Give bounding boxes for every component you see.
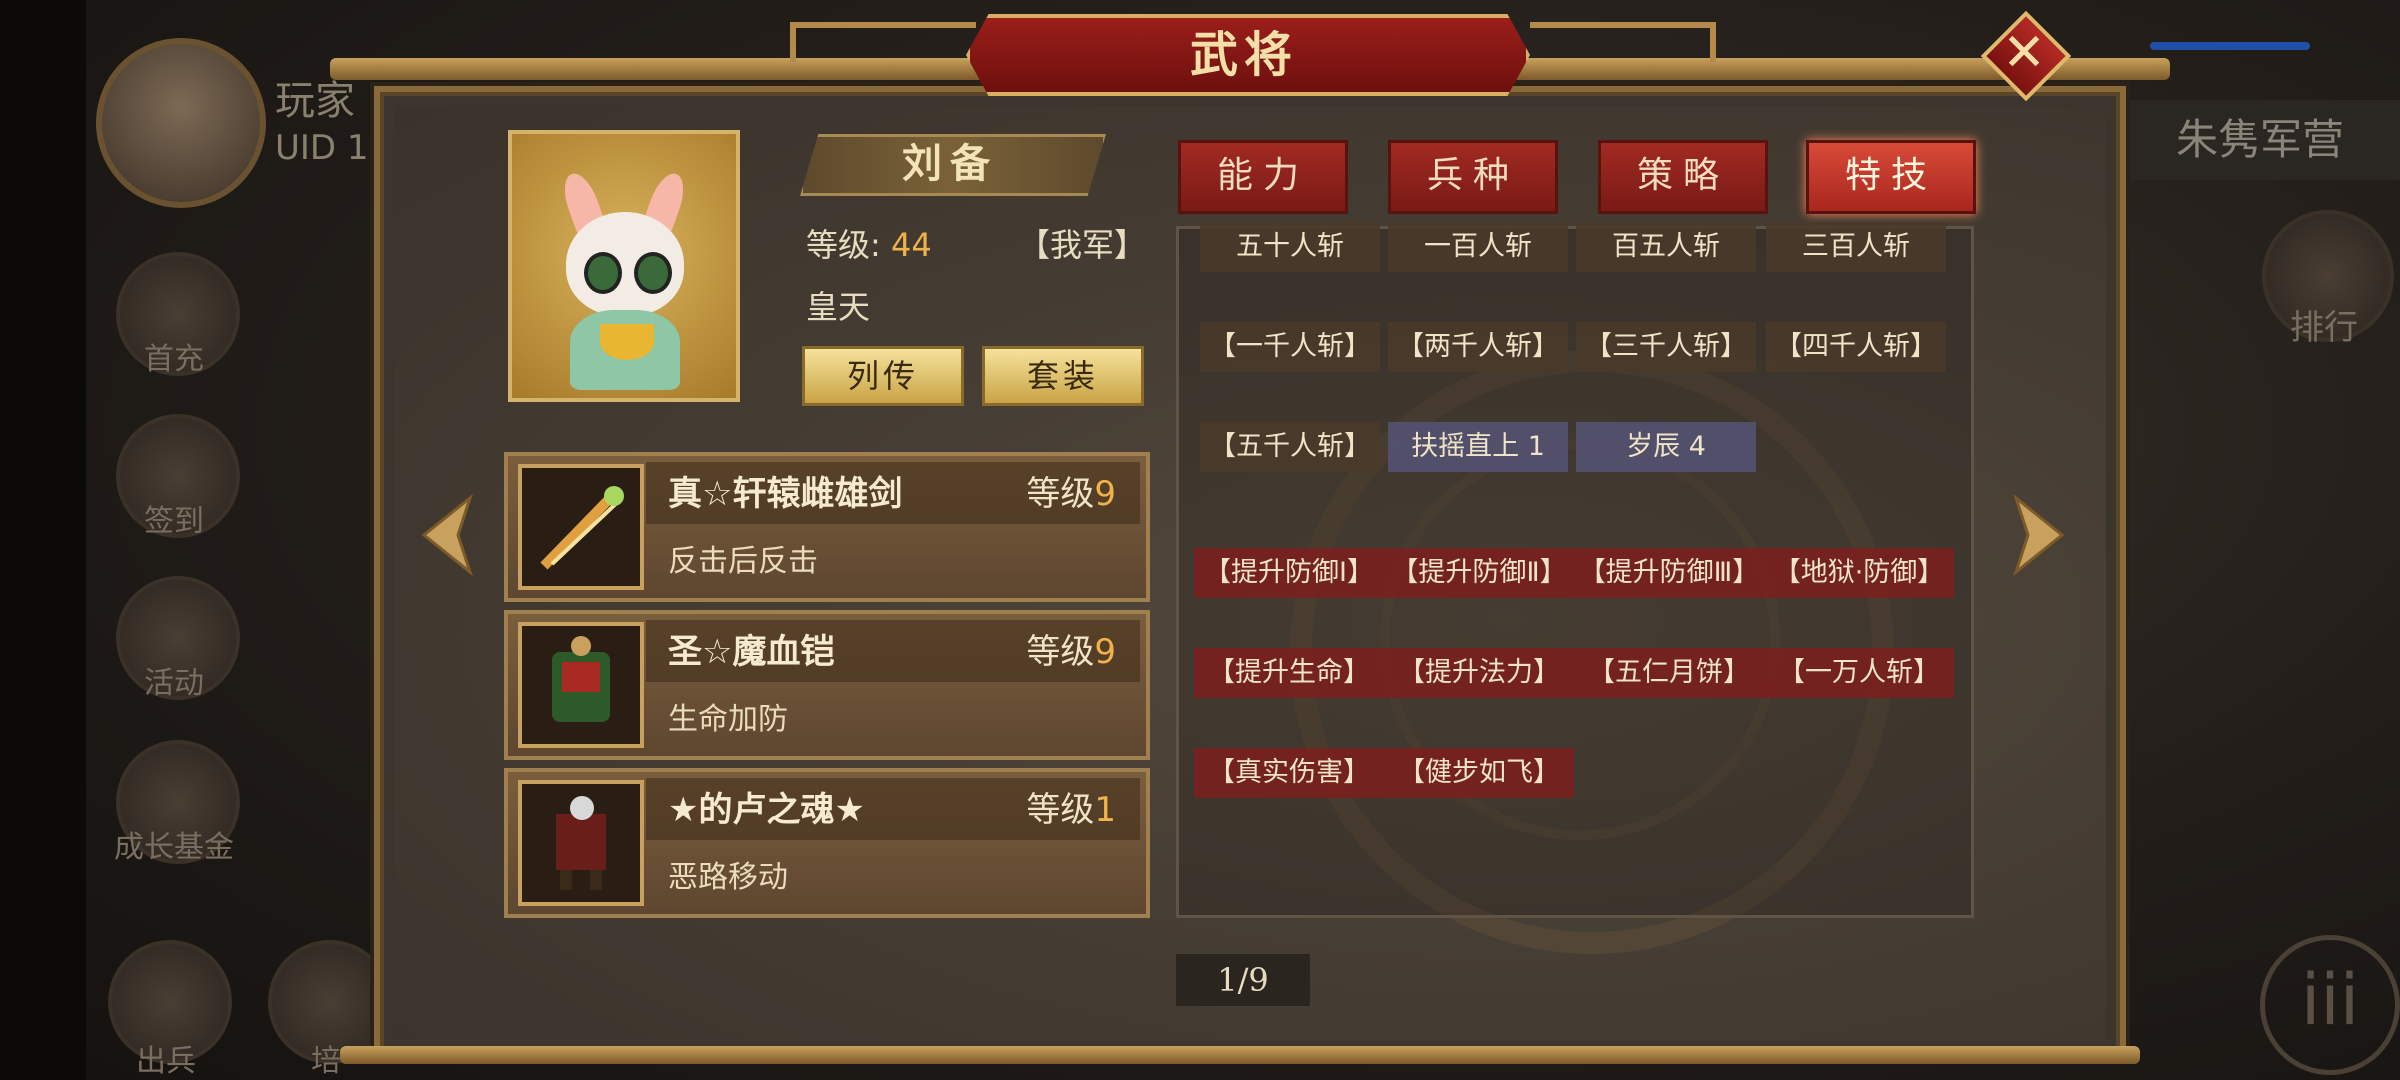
- player-uid: UID 1: [275, 128, 369, 168]
- sign-in-label: 签到: [144, 504, 204, 539]
- next-general-arrow[interactable]: [2006, 490, 2076, 580]
- growth-fund-label: 成长基金: [114, 830, 234, 865]
- chevron-right-icon: [2013, 493, 2065, 577]
- page-indicator: 1/9: [1176, 954, 1310, 1006]
- skill-item[interactable]: 【真实伤害】: [1194, 748, 1384, 798]
- skill-item[interactable]: 【四千人斩】: [1766, 322, 1946, 372]
- skill-item[interactable]: 岁辰 4: [1576, 422, 1756, 472]
- equipment-name: 圣☆魔血铠: [668, 632, 835, 672]
- chevron-left-icon: [421, 493, 473, 577]
- equipment-level-label: 等级: [1026, 632, 1095, 672]
- equipment-mount[interactable]: ★的卢之魂★ 等级1 恶路移动: [504, 768, 1150, 918]
- previous-general-arrow[interactable]: [410, 490, 480, 580]
- skill-item[interactable]: 【健步如飞】: [1384, 748, 1574, 798]
- title-deco-right: [1530, 22, 1716, 62]
- skill-item[interactable]: 百五人斩: [1576, 222, 1756, 272]
- skill-item[interactable]: 【三千人斩】: [1576, 322, 1756, 372]
- frame-bottom-rail: [340, 1046, 2140, 1064]
- hero-faction: 【我军】: [1018, 226, 1147, 264]
- equipment-level-label: 等级: [1026, 790, 1095, 830]
- equipment-level-value: 1: [1094, 790, 1116, 830]
- skill-item[interactable]: 【一万人斩】: [1764, 648, 1954, 698]
- tab-special-skill[interactable]: 特技: [1806, 140, 1976, 214]
- tab-strategy[interactable]: 策略: [1598, 140, 1768, 214]
- biography-button[interactable]: 列传: [802, 346, 964, 406]
- equipment-effect: 生命加防: [668, 702, 788, 737]
- skill-item[interactable]: 一百人斩: [1388, 222, 1568, 272]
- equipment-level-value: 9: [1094, 632, 1116, 672]
- tab-troop-type[interactable]: 兵种: [1388, 140, 1558, 214]
- armor-icon: [518, 622, 644, 748]
- equipment-armor[interactable]: 圣☆魔血铠 等级9 生命加防: [504, 610, 1150, 760]
- skill-item[interactable]: 【提升防御Ⅱ】: [1384, 548, 1574, 598]
- rank-label: 排行: [2290, 308, 2358, 348]
- equipment-level: 等级1: [1026, 782, 1116, 831]
- status-bar-line: [2150, 42, 2310, 50]
- skill-item[interactable]: 【提升法力】: [1384, 648, 1574, 698]
- skill-item[interactable]: 三百人斩: [1766, 222, 1946, 272]
- camp-label: 朱隽军营: [2120, 100, 2400, 180]
- hero-level: 等级: 44: [806, 220, 932, 266]
- tab-ability[interactable]: 能力: [1178, 140, 1348, 214]
- eye-right: [634, 252, 672, 294]
- skill-item[interactable]: 【五千人斩】: [1200, 422, 1380, 472]
- hero-name: 刘备: [902, 141, 998, 187]
- skill-item[interactable]: 【提升防御Ⅲ】: [1574, 548, 1764, 598]
- skill-item[interactable]: 【一千人斩】: [1200, 322, 1380, 372]
- equipment-effect: 反击后反击: [668, 544, 818, 579]
- menu-corner-icon: iii: [2260, 935, 2400, 1075]
- title-deco-left: [790, 22, 976, 62]
- dispatch-label: 出兵: [136, 1044, 196, 1079]
- level-value: 44: [890, 226, 932, 264]
- equipment-level-label: 等级: [1026, 474, 1095, 514]
- skill-item[interactable]: 扶摇直上 1: [1388, 422, 1568, 472]
- skill-item[interactable]: 【提升防御Ⅰ】: [1194, 548, 1384, 598]
- eye-left: [584, 252, 622, 294]
- player-avatar: [96, 38, 266, 208]
- equipment-name: 真☆轩辕雌雄剑: [668, 474, 903, 514]
- equipment-weapon[interactable]: 真☆轩辕雌雄剑 等级9 反击后反击: [504, 452, 1150, 602]
- skill-item[interactable]: 五十人斩: [1200, 222, 1380, 272]
- close-button[interactable]: ✕: [1980, 10, 2072, 102]
- close-icon: ✕: [2002, 23, 2046, 83]
- sword-icon: [518, 464, 644, 590]
- equipment-level-value: 9: [1094, 474, 1116, 514]
- hero-portrait[interactable]: [508, 130, 740, 402]
- hero-title: 皇天: [806, 288, 871, 326]
- skill-item[interactable]: 【五仁月饼】: [1574, 648, 1764, 698]
- skill-item[interactable]: 【地狱·防御】: [1764, 548, 1954, 598]
- horse-icon: [518, 780, 644, 906]
- level-label: 等级:: [806, 226, 881, 264]
- equipment-level: 等级9: [1026, 466, 1116, 515]
- gold-ingot: [600, 324, 654, 360]
- skill-item[interactable]: 【提升生命】: [1194, 648, 1384, 698]
- skill-item[interactable]: 【两千人斩】: [1388, 322, 1568, 372]
- equipment-set-button[interactable]: 套装: [982, 346, 1144, 406]
- equipment-effect: 恶路移动: [668, 860, 788, 895]
- dialog-title: 武将: [1189, 27, 1298, 83]
- equipment-name: ★的卢之魂★: [668, 790, 865, 830]
- equipment-level: 等级9: [1026, 624, 1116, 673]
- activity-label: 活动: [144, 666, 204, 701]
- first-charge-label: 首充: [144, 342, 204, 377]
